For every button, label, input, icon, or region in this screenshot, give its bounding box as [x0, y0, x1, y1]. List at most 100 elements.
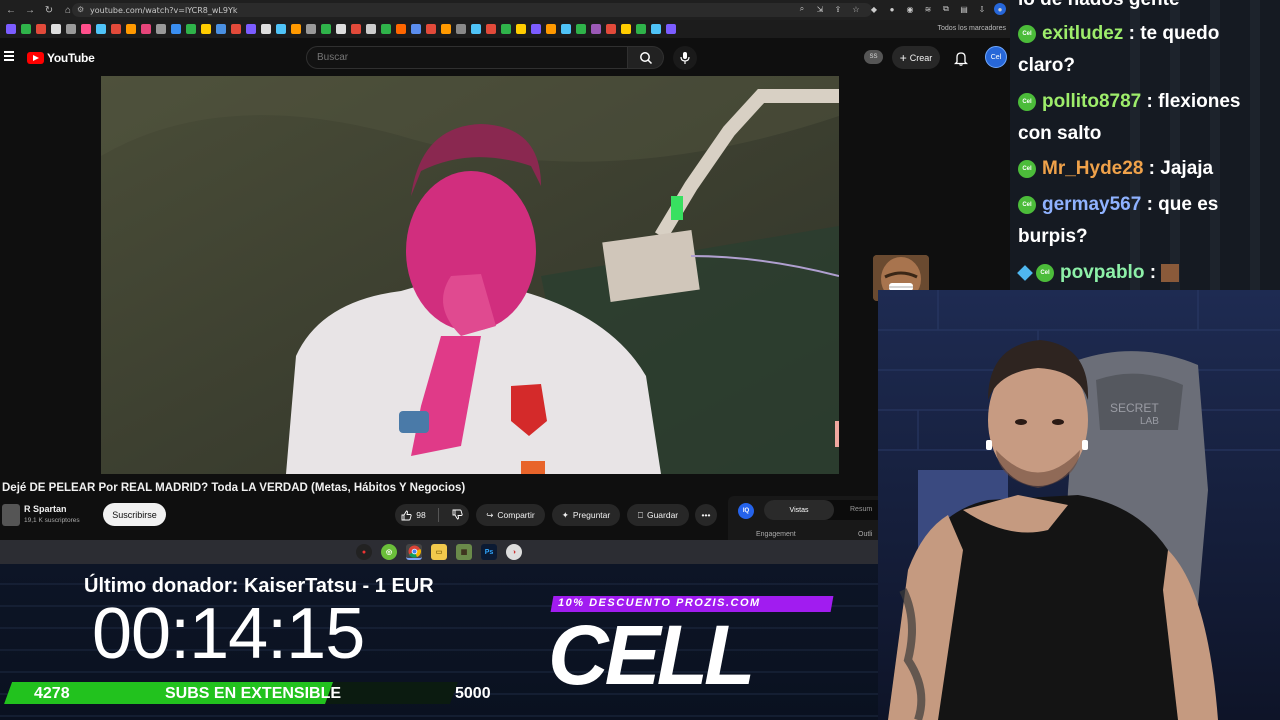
bookmark-favicon-icon[interactable] — [396, 24, 406, 34]
bookmark-favicon-icon[interactable] — [411, 24, 421, 34]
all-bookmarks-link[interactable]: Todos los marcadores — [938, 25, 1006, 32]
extension-logo[interactable]: IQ — [738, 503, 754, 519]
bookmark-favicon-icon[interactable] — [231, 24, 241, 34]
tab-summary[interactable]: Resum — [850, 506, 872, 513]
download-icon[interactable]: ⇩ — [976, 3, 988, 15]
obs-icon[interactable]: ● — [356, 544, 372, 560]
subscribe-button[interactable]: Suscribirse — [103, 503, 166, 526]
bookmark-favicon-icon[interactable] — [216, 24, 226, 34]
bookmark-favicon-icon[interactable] — [561, 24, 571, 34]
extension-icon[interactable]: ◉ — [904, 3, 916, 15]
bookmark-favicon-icon[interactable] — [291, 24, 301, 34]
create-button[interactable]: + Crear — [892, 46, 940, 69]
extension-icon[interactable]: ● — [886, 3, 898, 15]
ask-label: Preguntar — [572, 510, 611, 520]
bookmark-favicon-icon[interactable] — [666, 24, 676, 34]
menu-icon[interactable] — [4, 51, 14, 61]
back-icon[interactable]: ← — [3, 2, 19, 18]
zoom-icon[interactable]: ⌕ — [796, 3, 808, 15]
bookmark-favicon-icon[interactable] — [21, 24, 31, 34]
app-icon[interactable]: ◑ — [506, 544, 522, 560]
bookmark-favicon-icon[interactable] — [426, 24, 436, 34]
minecraft-icon[interactable]: ▦ — [456, 544, 472, 560]
dislike-button[interactable] — [452, 509, 463, 522]
bookmark-favicon-icon[interactable] — [621, 24, 631, 34]
bookmark-favicon-icon[interactable] — [591, 24, 601, 34]
bookmark-favicon-icon[interactable] — [501, 24, 511, 34]
search-button[interactable] — [628, 46, 664, 69]
share-icon[interactable]: ⇪ — [832, 3, 844, 15]
install-icon[interactable]: ⇲ — [814, 3, 826, 15]
reload-icon[interactable]: ↻ — [41, 2, 57, 18]
search-input[interactable] — [307, 47, 627, 68]
bell-icon — [954, 51, 968, 66]
youtube-logo[interactable]: YouTube — [27, 51, 95, 65]
ss-extension-badge[interactable]: SS — [864, 50, 883, 64]
bookmark-favicon-icon[interactable] — [261, 24, 271, 34]
ask-button[interactable]: ✦ Preguntar — [552, 504, 620, 526]
file-explorer-icon[interactable]: ▭ — [431, 544, 447, 560]
sidepanel-icon[interactable]: ▤ — [958, 3, 970, 15]
bookmark-favicon-icon[interactable] — [606, 24, 616, 34]
bookmark-favicon-icon[interactable] — [576, 24, 586, 34]
xbox-app-icon[interactable]: ◎ — [381, 544, 397, 560]
chat-message-cont: con salto — [1018, 123, 1102, 144]
bookmark-favicon-icon[interactable] — [171, 24, 181, 34]
plus-icon: + — [899, 50, 907, 65]
save-button[interactable]: ⎕ Guardar — [627, 504, 689, 526]
bookmark-favicon-icon[interactable] — [471, 24, 481, 34]
bookmark-favicon-icon[interactable] — [96, 24, 106, 34]
bookmark-favicon-icon[interactable] — [381, 24, 391, 34]
bookmark-favicon-icon[interactable] — [351, 24, 361, 34]
bookmark-favicon-icon[interactable] — [51, 24, 61, 34]
notifications-button[interactable] — [951, 48, 971, 68]
bookmark-favicon-icon[interactable] — [126, 24, 136, 34]
bookmark-favicon-icon[interactable] — [186, 24, 196, 34]
bookmark-favicon-icon[interactable] — [366, 24, 376, 34]
bookmark-favicon-icon[interactable] — [306, 24, 316, 34]
tab-views[interactable]: Vistas — [764, 500, 834, 520]
bookmark-favicon-icon[interactable] — [486, 24, 496, 34]
bookmark-favicon-icon[interactable] — [516, 24, 526, 34]
extensions-puzzle-icon[interactable]: ⧉ — [940, 3, 952, 15]
chair-brand-text: SECRET — [1110, 401, 1159, 415]
bookmark-favicon-icon[interactable] — [441, 24, 451, 34]
forward-icon[interactable]: → — [22, 2, 38, 18]
more-actions-button[interactable]: ••• — [695, 504, 717, 526]
bookmark-favicon-icon[interactable] — [66, 24, 76, 34]
bookmark-favicon-icon[interactable] — [246, 24, 256, 34]
chat-bg-bar — [1250, 0, 1260, 290]
account-avatar[interactable]: Cel — [985, 46, 1007, 68]
bookmark-favicon-icon[interactable] — [81, 24, 91, 34]
bookmark-favicon-icon[interactable] — [651, 24, 661, 34]
profile-icon[interactable]: ● — [994, 3, 1006, 15]
search-box[interactable] — [306, 46, 628, 69]
bookmark-star-icon[interactable]: ☆ — [850, 3, 862, 15]
chat-badge-icon: Cel — [1018, 159, 1036, 178]
bookmark-favicon-icon[interactable] — [156, 24, 166, 34]
channel-name[interactable]: R Spartan — [24, 504, 67, 514]
extension-icon[interactable]: ≋ — [922, 3, 934, 15]
bookmark-favicon-icon[interactable] — [531, 24, 541, 34]
bookmark-favicon-icon[interactable] — [336, 24, 346, 34]
bookmark-favicon-icon[interactable] — [636, 24, 646, 34]
site-info-icon[interactable]: ⚙ — [77, 5, 84, 14]
url-field[interactable]: ⚙ youtube.com/watch?v=lYCR8_wL9Yk — [72, 3, 872, 17]
video-player[interactable] — [101, 76, 839, 474]
bookmark-favicon-icon[interactable] — [456, 24, 466, 34]
extension-icon[interactable]: ◆ — [868, 3, 880, 15]
chrome-icon[interactable] — [406, 544, 422, 560]
photoshop-icon[interactable]: Ps — [481, 544, 497, 560]
bookmark-favicon-icon[interactable] — [6, 24, 16, 34]
voice-search-button[interactable] — [673, 46, 697, 70]
bookmark-favicon-icon[interactable] — [141, 24, 151, 34]
bookmark-favicon-icon[interactable] — [201, 24, 211, 34]
bookmark-favicon-icon[interactable] — [546, 24, 556, 34]
like-button[interactable]: 98 — [401, 510, 426, 521]
bookmark-favicon-icon[interactable] — [36, 24, 46, 34]
bookmark-favicon-icon[interactable] — [276, 24, 286, 34]
bookmark-favicon-icon[interactable] — [321, 24, 331, 34]
channel-avatar[interactable] — [2, 504, 20, 526]
bookmark-favicon-icon[interactable] — [111, 24, 121, 34]
share-button[interactable]: ↪ Compartir — [476, 504, 545, 526]
